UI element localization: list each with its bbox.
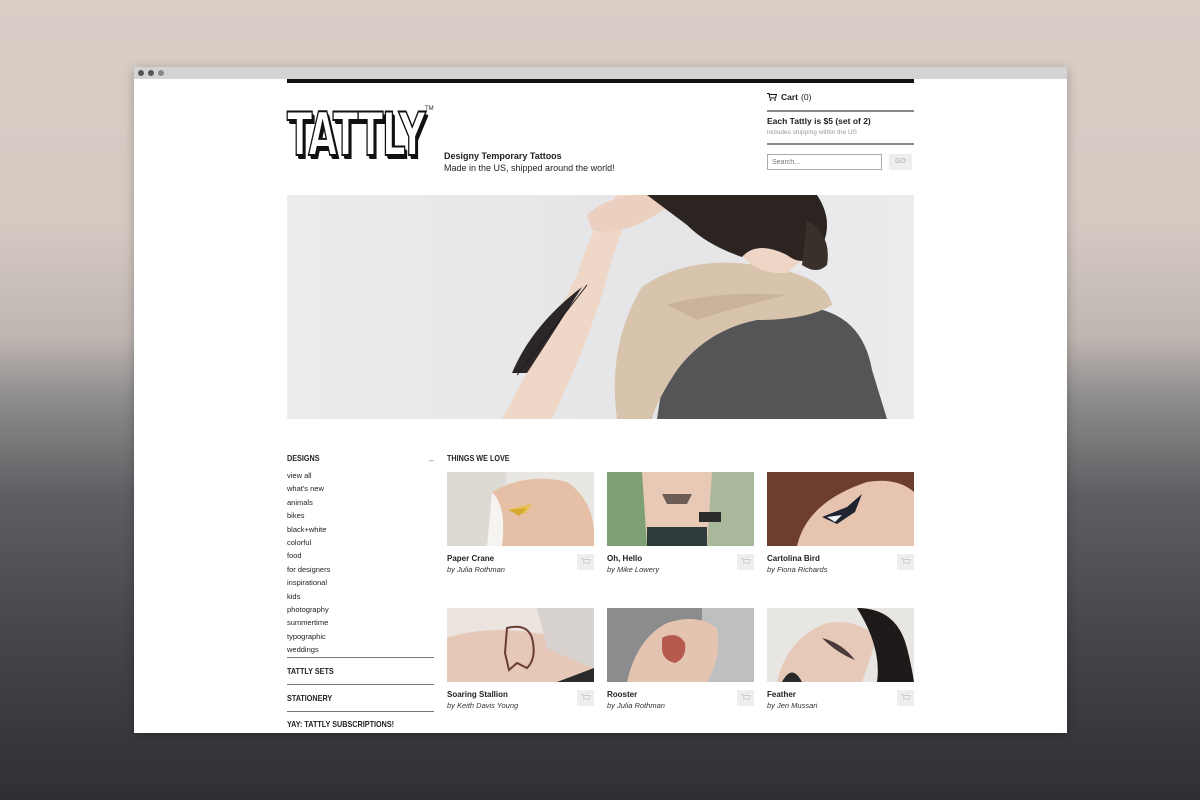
trademark-mark: TM [425,106,434,112]
product-image[interactable] [607,608,754,682]
header-divider [767,110,914,112]
tattly-logo[interactable]: TATTLY [286,104,426,166]
sidebar-divider [287,684,434,685]
product-card[interactable]: Oh, Hello by Mike Lowery [607,472,754,577]
product-image[interactable] [607,472,754,546]
product-artist: by Fiona Richards [767,565,828,574]
category-link[interactable]: colorful [287,536,330,549]
cart-label: Cart [781,92,799,102]
cart-icon [901,558,911,564]
designs-title[interactable]: DESIGNS [287,453,320,463]
rooster-tattoo-icon [607,608,754,682]
add-to-cart-button[interactable] [737,554,754,570]
tagline: Designy Temporary Tattoos Made in the US… [444,150,615,174]
product-card[interactable]: Rooster by Julia Rothman [607,608,754,713]
category-link[interactable]: view all [287,469,330,482]
cart-icon [901,694,911,700]
category-link[interactable]: bikes [287,509,330,522]
search-input[interactable] [767,154,882,170]
feather-tattoo-icon [767,608,914,682]
page-content: TATTLY TM Designy Temporary Tattoos Made… [286,79,914,733]
product-name[interactable]: Oh, Hello [607,554,642,563]
hero-photo-illustration [502,195,887,419]
cart-count: (0) [801,92,812,102]
pricing-note: includes shipping within the US [767,129,857,136]
product-name[interactable]: Cartolina Bird [767,554,820,563]
paper-crane-tattoo-icon [447,472,594,546]
product-image[interactable] [447,608,594,682]
cart-icon [767,93,777,101]
subscriptions-link[interactable]: YAY: TATTLY SUBSCRIPTIONS! [287,719,394,729]
product-image[interactable] [767,472,914,546]
product-artist: by Julia Rothman [607,701,665,710]
category-link[interactable]: food [287,549,330,562]
category-link[interactable]: weddings [287,643,330,656]
maximize-window-dot[interactable] [158,70,164,76]
category-link[interactable]: inspirational [287,576,330,589]
cart-icon [581,558,591,564]
bird-tattoo-icon [767,472,914,546]
product-name[interactable]: Soaring Stallion [447,690,508,699]
tagline-subtitle: Made in the US, shipped around the world… [444,163,615,173]
add-to-cart-button[interactable] [577,554,594,570]
cart-link[interactable]: Cart (0) [767,92,811,102]
collapse-toggle[interactable]: – [429,456,433,465]
close-window-dot[interactable] [138,70,144,76]
browser-titlebar [134,67,1067,79]
product-image[interactable] [447,472,594,546]
product-image[interactable] [767,608,914,682]
tagline-title: Designy Temporary Tattoos [444,151,562,161]
product-artist: by Jen Mussari [767,701,818,710]
top-rule [287,79,914,83]
product-artist: by Keith Davis Young [447,701,519,710]
category-link[interactable]: black+white [287,523,330,536]
add-to-cart-button[interactable] [737,690,754,706]
pricing-headline: Each Tattly is $5 (set of 2) [767,116,871,126]
add-to-cart-button[interactable] [577,690,594,706]
add-to-cart-button[interactable] [897,554,914,570]
product-card[interactable]: Paper Crane by Julia Rothman [447,472,594,577]
product-name[interactable]: Feather [767,690,796,699]
product-artist: by Julia Rothman [447,565,505,574]
hero-image[interactable] [287,195,914,419]
category-link[interactable]: what's new [287,482,330,495]
product-card[interactable]: Feather by Jen Mussari [767,608,914,713]
section-title: THINGS WE LOVE [447,453,510,463]
product-name[interactable]: Rooster [607,690,637,699]
category-link[interactable]: for designers [287,563,330,576]
minimize-window-dot[interactable] [148,70,154,76]
oh-hello-tattoo-icon [607,472,754,546]
category-link[interactable]: typographic [287,630,330,643]
search-go-button[interactable]: GO [889,154,912,170]
sidebar-divider [287,657,434,658]
category-link[interactable]: photography [287,603,330,616]
cart-icon [741,558,751,564]
product-card[interactable]: Cartolina Bird by Fiona Richards [767,472,914,577]
stationery-link[interactable]: STATIONERY [287,693,332,703]
product-card[interactable]: Soaring Stallion by Keith Davis Young [447,608,594,713]
stallion-tattoo-icon [447,608,594,682]
cart-icon [581,694,591,700]
header-divider [767,143,914,145]
category-link[interactable]: summertime [287,616,330,629]
category-list: view all what's new animals bikes black+… [287,469,330,656]
sidebar-divider [287,711,434,712]
product-name[interactable]: Paper Crane [447,554,494,563]
tattly-sets-link[interactable]: TATTLY SETS [287,666,334,676]
category-link[interactable]: kids [287,590,330,603]
category-link[interactable]: animals [287,496,330,509]
cart-icon [741,694,751,700]
add-to-cart-button[interactable] [897,690,914,706]
product-artist: by Mike Lowery [607,565,660,574]
browser-window: TATTLY TM Designy Temporary Tattoos Made… [134,67,1067,733]
